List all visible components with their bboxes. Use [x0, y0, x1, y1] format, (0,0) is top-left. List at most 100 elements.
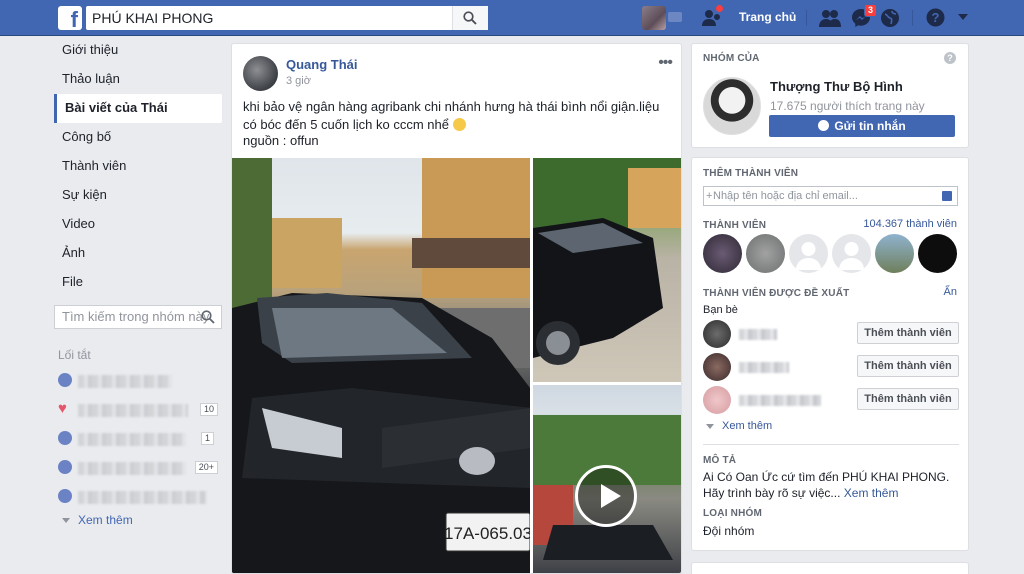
group-owner-card: NHÓM CỦA ? Thượng Thư Bộ Hình 17.675 ngư… [691, 43, 969, 148]
shortcut-item[interactable] [58, 373, 220, 389]
group-left-navigation: Giới thiệu Thảo luận Bài viết của Thái C… [54, 36, 222, 297]
search-icon [463, 11, 477, 25]
profile-avatar[interactable] [642, 6, 666, 30]
page-name[interactable]: Thượng Thư Bộ Hình [770, 79, 903, 94]
default-person-icon [839, 242, 864, 270]
members-avatar-row [703, 234, 959, 274]
search-icon [201, 310, 215, 324]
suggested-member-name-blurred[interactable] [739, 395, 821, 406]
suggested-member-name-blurred[interactable] [739, 329, 777, 340]
svg-text:?: ? [932, 10, 940, 25]
post-photo-main[interactable]: 17A-065.03 [232, 158, 530, 573]
messenger-icon [818, 120, 830, 131]
suggested-member-row: Thêm thành viên [703, 353, 959, 381]
member-avatar[interactable] [746, 234, 785, 273]
page-avatar[interactable] [703, 77, 761, 135]
search-button[interactable] [452, 6, 488, 30]
group-icon [58, 431, 72, 445]
add-member-button[interactable]: Thêm thành viên [857, 322, 959, 344]
add-member-button[interactable]: Thêm thành viên [857, 388, 959, 410]
nav-videos[interactable]: Video [54, 210, 222, 239]
shortcut-item[interactable] [58, 489, 220, 505]
add-member-input[interactable]: + Nhập tên hoặc địa chỉ email... [703, 186, 958, 206]
description-heading: MÔ TẢ [703, 455, 737, 466]
post-timestamp[interactable]: 3 giờ [286, 75, 311, 87]
help-icon[interactable]: ? [926, 8, 945, 27]
send-message-button[interactable]: Gửi tin nhắn [769, 115, 955, 137]
add-member-placeholder: Nhập tên hoặc địa chỉ email... [713, 190, 858, 202]
group-owner-heading: NHÓM CỦA [703, 53, 760, 64]
divider [806, 10, 807, 26]
more-options-icon[interactable]: ••• [658, 54, 673, 72]
member-avatar-placeholder[interactable] [832, 234, 871, 273]
shortcut-item[interactable]: 20+ [58, 460, 220, 476]
search-input[interactable]: PHÚ KHAI PHONG [86, 6, 488, 30]
group-description: Ai Có Oan Ức cứ tìm đến PHÚ KHAI PHONG. … [703, 469, 959, 501]
group-search-input[interactable]: Tìm kiếm trong nhóm này [54, 305, 222, 329]
author-avatar[interactable] [243, 56, 278, 91]
suggested-member-name-blurred[interactable] [739, 362, 789, 373]
nav-discussion[interactable]: Thảo luận [54, 65, 222, 94]
member-avatar[interactable] [875, 234, 914, 273]
hide-suggestions-link[interactable]: Ẩn [944, 286, 957, 298]
nav-events[interactable]: Sự kiện [54, 181, 222, 210]
play-video-button[interactable] [575, 465, 637, 527]
shortcut-count-badge: 20+ [194, 461, 218, 474]
messages-count-badge: 3 [864, 4, 878, 17]
shortcut-item[interactable]: 1 [58, 431, 220, 447]
divider [912, 10, 913, 26]
nav-photos[interactable]: Ảnh [54, 239, 222, 268]
plus-icon: + [706, 190, 713, 202]
group-description-text: Ai Có Oan Ức cứ tìm đến PHÚ KHAI PHONG. … [703, 470, 950, 500]
post-video-thumbnail[interactable] [533, 385, 681, 573]
group-icon [58, 373, 72, 387]
chevron-down-icon[interactable] [958, 14, 968, 21]
post-author-name[interactable]: Quang Thái [286, 57, 358, 72]
friends-label: Bạn bè [703, 304, 738, 316]
page-likes-count: 17.675 người thích trang này [770, 99, 925, 113]
car-side-photo-illustration [533, 158, 681, 365]
suggested-member-avatar[interactable] [703, 320, 731, 348]
group-icon [58, 489, 72, 503]
shortcuts-see-more-link[interactable]: Xem thêm [62, 513, 133, 527]
group-post: Quang Thái 3 giờ ••• khi bảo vệ ngân hàn… [231, 43, 682, 574]
shortcut-name-blurred [78, 491, 206, 504]
member-avatar[interactable] [918, 234, 957, 273]
nav-about[interactable]: Giới thiệu [54, 36, 222, 65]
globe-notifications-icon[interactable] [880, 8, 900, 28]
broken-heart-icon: ♥ [58, 400, 67, 417]
car-photo-illustration: 17A-065.03 [232, 158, 530, 573]
profile-name-blurred[interactable] [668, 12, 682, 22]
suggested-member-avatar[interactable] [703, 353, 731, 381]
home-link[interactable]: Trang chủ [739, 10, 796, 24]
suggested-see-more-link[interactable]: Xem thêm [706, 420, 772, 432]
group-type-heading: LOẠI NHÓM [703, 508, 763, 519]
post-photo-side-top[interactable] [533, 158, 681, 382]
post-body: khi bảo vệ ngân hàng agribank chi nhánh … [243, 98, 668, 134]
help-icon[interactable]: ? [944, 52, 956, 64]
chevron-down-icon [706, 423, 714, 429]
nav-files[interactable]: File [54, 268, 222, 297]
nav-members[interactable]: Thành viên [54, 152, 222, 181]
friend-requests-icon[interactable] [819, 8, 841, 28]
description-see-more-link[interactable]: Xem thêm [844, 486, 899, 500]
default-person-icon [796, 242, 821, 270]
member-avatar[interactable] [703, 234, 742, 273]
nav-thai-posts[interactable]: Bài viết của Thái [54, 94, 222, 123]
nav-announcements[interactable]: Công bố [54, 123, 222, 152]
group-search-placeholder: Tìm kiếm trong nhóm này [62, 309, 210, 324]
send-message-label: Gửi tin nhắn [834, 119, 906, 133]
suggested-member-avatar[interactable] [703, 386, 731, 414]
confused-face-emoji-icon [452, 118, 466, 131]
add-member-button[interactable]: Thêm thành viên [857, 355, 959, 377]
suggested-members-heading: THÀNH VIÊN ĐƯỢC ĐỀ XUẤT [703, 288, 850, 299]
member-avatar-placeholder[interactable] [789, 234, 828, 273]
facebook-logo-icon[interactable]: f [58, 6, 82, 30]
shortcut-item[interactable]: ♥ 10 [58, 400, 220, 418]
shortcut-name-blurred [78, 462, 186, 475]
address-book-icon[interactable] [942, 191, 952, 201]
members-info-card: THÊM THÀNH VIÊN + Nhập tên hoặc địa chỉ … [691, 157, 969, 551]
post-source: nguồn : offun [243, 133, 319, 148]
shortcut-count-badge: 10 [199, 403, 218, 416]
members-count-link[interactable]: 104.367 thành viên [863, 218, 957, 230]
